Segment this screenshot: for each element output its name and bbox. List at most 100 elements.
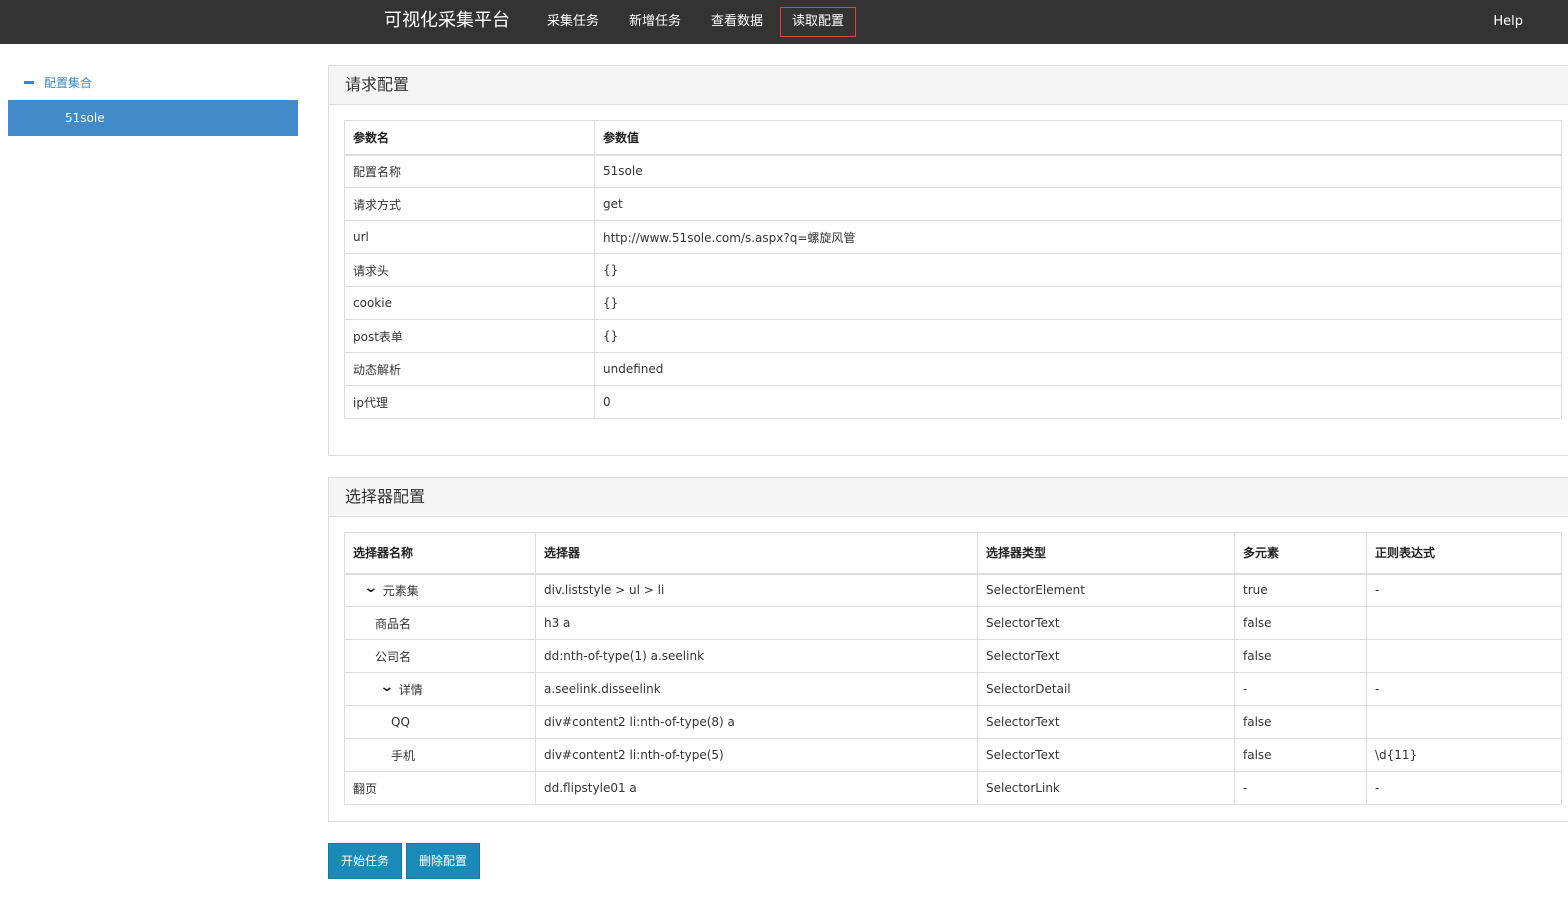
request-config-panel: 请求配置 参数名 参数值 配置名称 51sole 请求方式 get url http://… — [328, 65, 1568, 456]
selector-name-cell: 手机 — [344, 738, 536, 772]
column-header: 正则表达式 — [1366, 532, 1562, 575]
request-config-table: 参数名 参数值 配置名称 51sole 请求方式 get url http://www.5… — [344, 120, 1562, 419]
regex-cell: - — [1366, 573, 1562, 607]
table-header-row: 选择器名称 选择器 选择器类型 多元素 正则表达式 — [344, 532, 1562, 575]
regex-cell: \d{11} — [1366, 738, 1562, 772]
column-header: 参数名 — [344, 120, 595, 156]
selector-type-cell: SelectorDetail — [977, 672, 1235, 706]
selector-name: 商品名 — [375, 616, 412, 631]
multiple-cell: false — [1234, 639, 1367, 673]
selector-name-cell: 翻页 — [344, 771, 536, 805]
table-row[interactable]: ⌄ 元素集 div.liststyle > ul > li SelectorEleme… — [344, 573, 1562, 607]
nav-item-new-task[interactable]: 新增任务 — [617, 7, 693, 37]
table-row[interactable]: QQ div#content2 li:nth-of-type(8) a Select… — [344, 705, 1562, 739]
selector-cell: a.seelink.disseelink — [535, 672, 978, 706]
selector-name-cell: ⌄ 元素集 — [344, 573, 536, 607]
param-name-cell: 请求方式 — [344, 187, 595, 221]
selector-name: 翻页 — [353, 781, 378, 796]
selector-cell: div#content2 li:nth-of-type(5) — [535, 738, 978, 772]
table-row: 请求头{} — [344, 253, 1562, 287]
tree-root-config-collection[interactable]: 配置集合 — [24, 74, 92, 92]
selector-type-cell: SelectorText — [977, 639, 1235, 673]
tree-item-51sole[interactable]: 51sole — [8, 100, 298, 136]
param-name-cell: cookie — [344, 286, 595, 320]
chevron-down-icon[interactable]: ⌄ — [379, 679, 394, 695]
column-header: 参数值 — [594, 120, 1562, 156]
param-name-cell: post表单 — [344, 319, 595, 353]
regex-cell — [1366, 606, 1562, 640]
param-name-cell: url — [344, 220, 595, 254]
table-row[interactable]: 公司名 dd:nth-of-type(1) a.seelink SelectorTe… — [344, 639, 1562, 673]
regex-cell: - — [1366, 672, 1562, 706]
help-link[interactable]: Help — [1493, 12, 1523, 32]
param-value-cell: {} — [594, 319, 1562, 353]
multiple-cell: - — [1234, 771, 1367, 805]
nav-item-collect-tasks[interactable]: 采集任务 — [535, 7, 611, 37]
param-value-cell: 0 — [594, 385, 1562, 419]
table-row: 请求方式 get — [344, 187, 1562, 221]
param-name-cell: 动态解析 — [344, 352, 595, 386]
selector-cell: div.liststyle > ul > li — [535, 573, 978, 607]
column-header: 选择器名称 — [344, 532, 536, 575]
selector-config-panel: 选择器配置 选择器名称 选择器 选择器类型 多元素 正则表达式 ⌄ 元素集 div.… — [328, 477, 1568, 822]
collapse-icon[interactable] — [24, 81, 34, 84]
table-row[interactable]: 翻页 dd.flipstyle01 a SelectorLink - - — [344, 771, 1562, 805]
selector-name: 公司名 — [375, 649, 412, 664]
selector-name-cell: 公司名 — [344, 639, 536, 673]
table-row[interactable]: 手机 div#content2 li:nth-of-type(5) Selector… — [344, 738, 1562, 772]
table-row: 配置名称 51sole — [344, 154, 1562, 188]
param-value-cell: {} — [594, 286, 1562, 320]
regex-cell — [1366, 639, 1562, 673]
selector-name: QQ — [391, 715, 410, 729]
selector-name: 详情 — [398, 682, 423, 697]
selector-config-table: 选择器名称 选择器 选择器类型 多元素 正则表达式 ⌄ 元素集 div.listst… — [344, 532, 1562, 805]
nav-item-read-config[interactable]: 读取配置 — [780, 7, 857, 37]
selector-type-cell: SelectorText — [977, 606, 1235, 640]
top-navbar: 可视化采集平台 采集任务 新增任务 查看数据 读取配置 Help — [0, 0, 1568, 44]
multiple-cell: false — [1234, 705, 1367, 739]
chevron-down-icon[interactable]: ⌄ — [363, 580, 378, 596]
selector-type-cell: SelectorText — [977, 738, 1235, 772]
selector-name: 元素集 — [382, 583, 419, 598]
start-task-button[interactable]: 开始任务 — [328, 843, 402, 879]
multiple-cell: - — [1234, 672, 1367, 706]
multiple-cell: false — [1234, 738, 1367, 772]
param-name-cell: ip代理 — [344, 385, 595, 419]
brand-title[interactable]: 可视化采集平台 — [384, 9, 510, 33]
selector-type-cell: SelectorText — [977, 705, 1235, 739]
multiple-cell: false — [1234, 606, 1367, 640]
selector-cell: div#content2 li:nth-of-type(8) a — [535, 705, 978, 739]
param-value-cell: 51sole — [594, 154, 1562, 188]
table-row[interactable]: 商品名 h3 a SelectorText false — [344, 606, 1562, 640]
regex-cell — [1366, 705, 1562, 739]
param-value-cell: get — [594, 187, 1562, 221]
table-row: cookie{} — [344, 286, 1562, 320]
selector-config-title: 选择器配置 — [329, 478, 1568, 517]
column-header: 多元素 — [1234, 532, 1367, 575]
selector-name-cell: ⌄ 详情 — [344, 672, 536, 706]
nav-item-view-data[interactable]: 查看数据 — [699, 7, 775, 37]
selector-cell: dd.flipstyle01 a — [535, 771, 978, 805]
table-row: url http://www.51sole.com/s.aspx?q=螺旋风管 — [344, 220, 1562, 254]
selector-type-cell: SelectorElement — [977, 573, 1235, 607]
request-config-title: 请求配置 — [329, 66, 1568, 105]
column-header: 选择器 — [535, 532, 978, 575]
selector-cell: dd:nth-of-type(1) a.seelink — [535, 639, 978, 673]
regex-cell: - — [1366, 771, 1562, 805]
param-value-cell: http://www.51sole.com/s.aspx?q=螺旋风管 — [594, 220, 1562, 254]
table-row[interactable]: ⌄ 详情 a.seelink.disseelink SelectorDetail - - — [344, 672, 1562, 706]
table-row: post表单{} — [344, 319, 1562, 353]
param-name-cell: 配置名称 — [344, 154, 595, 188]
table-header-row: 参数名 参数值 — [344, 120, 1562, 156]
selector-name-cell: 商品名 — [344, 606, 536, 640]
table-row: ip代理 0 — [344, 385, 1562, 419]
selector-name: 手机 — [391, 748, 416, 763]
param-value-cell: undefined — [594, 352, 1562, 386]
selector-cell: h3 a — [535, 606, 978, 640]
delete-config-button[interactable]: 删除配置 — [406, 843, 480, 879]
selector-name-cell: QQ — [344, 705, 536, 739]
column-header: 选择器类型 — [977, 532, 1235, 575]
param-value-cell: {} — [594, 253, 1562, 287]
tree-root-label: 配置集合 — [44, 76, 93, 90]
table-row: 动态解析 undefined — [344, 352, 1562, 386]
